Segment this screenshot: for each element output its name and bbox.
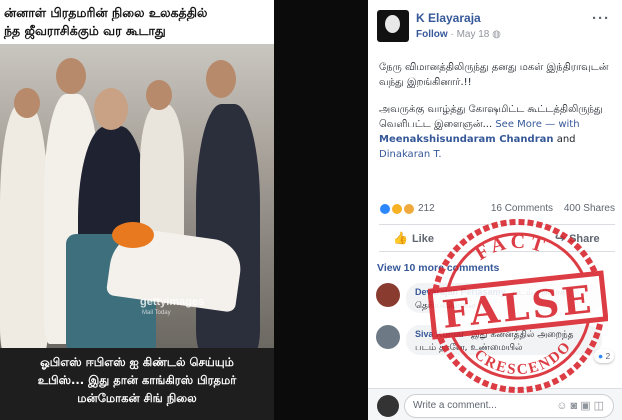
post-panel: K Elayaraja Follow · May 18 ◍ ··· நேரு வ… xyxy=(368,0,622,420)
post-paragraph-1: நேரு விமானத்திலிருந்து தனது மகள் இந்திரா… xyxy=(379,62,609,88)
comment-item: Devarajan Periasamy படம் சரியாக தெரியவில… xyxy=(376,283,616,315)
reaction-count[interactable]: 212 xyxy=(418,203,435,214)
image-top-text: ன்னாள் பிரதமரின் நிலை உலகத்தில் ந்த ஜீவர… xyxy=(0,0,274,44)
gif-icon[interactable]: ▣ xyxy=(580,400,593,412)
reactions-bar: 212 16 Comments 400 Shares xyxy=(379,201,615,219)
write-comment-bar: Write a comment... ☺◙▣◫ xyxy=(368,388,622,420)
comment-bubble: Devarajan Periasamy படம் சரியாக தெரியவில… xyxy=(406,283,602,313)
comment-reaction-count: 2 xyxy=(605,351,611,361)
action-bar: 👍 Like ↪ Share xyxy=(379,224,615,252)
and-text: and xyxy=(556,134,576,145)
figure-back-head xyxy=(146,80,172,110)
reaction-icons[interactable] xyxy=(379,203,415,215)
image-caption-line-1: ஓபிஎஸ் ஈபிஎஸ் ஐ கிண்டல் செய்யும் xyxy=(40,355,234,369)
post-meta: Follow · May 18 ◍ xyxy=(416,29,501,40)
share-button[interactable]: ↪ Share xyxy=(555,231,600,245)
post-header: K Elayaraja Follow · May 18 ◍ ··· xyxy=(368,0,622,50)
post-paragraph-2: அவருக்கு வாழ்த்து கோஷமிட்ட கூட்டத்திலிரு… xyxy=(379,102,615,162)
image-caption: ஓபிஎஸ் ஈபிஎஸ் ஐ கிண்டல் செய்யும் உபிஸ்..… xyxy=(0,348,274,420)
like-label: Like xyxy=(411,233,434,245)
image-backdrop xyxy=(274,0,368,420)
engagement-counts: 16 Comments 400 Shares xyxy=(483,203,615,214)
screenshot: ன்னாள் பிரதமரின் நிலை உலகத்தில் ந்த ஜீவர… xyxy=(0,0,622,420)
figure-white-kurta-head xyxy=(56,58,86,94)
comments-count[interactable]: 16 Comments xyxy=(491,203,553,214)
emoji-icon[interactable]: ☺ xyxy=(556,400,570,412)
camera-icon[interactable]: ◙ xyxy=(571,400,581,412)
comment-author[interactable]: Siva Kumar xyxy=(415,329,465,339)
image-caption-line-2: உபிஸ்... இது தான் காங்கிரஸ் பிரதமர் xyxy=(37,373,237,387)
image-top-line-1: ன்னாள் பிரதமரின் நிலை உலகத்தில் xyxy=(4,5,208,20)
sticker-icon[interactable]: ◫ xyxy=(594,400,607,412)
sad-reaction-icon xyxy=(402,203,415,215)
image-watermark-sub: Mail Today xyxy=(142,310,171,316)
tagged-person-1[interactable]: Meenakshisundaram Chandran xyxy=(379,134,554,145)
like-button[interactable]: 👍 Like xyxy=(393,231,434,245)
globe-icon: ◍ xyxy=(492,29,501,40)
like-reaction-icon xyxy=(379,203,391,215)
share-label: Share xyxy=(569,233,600,245)
image-top-line-2: ந்த ஜீவராசிக்கும் வர கூடாது xyxy=(4,23,166,38)
haha-reaction-icon xyxy=(390,203,403,215)
comment-reaction-badge[interactable]: ● 2 xyxy=(594,349,615,363)
figure-bowing-turban xyxy=(112,222,154,248)
comment-bubble: Siva Kumar இது கன்னத்தில் அறைந்த படம் தா… xyxy=(406,325,602,355)
tagged-person-2[interactable]: Dinakaran T. xyxy=(379,149,442,160)
view-more-comments[interactable]: View 10 more comments xyxy=(377,262,499,274)
comment-avatar[interactable] xyxy=(376,283,400,307)
follow-link[interactable]: Follow xyxy=(416,29,448,40)
image-watermark: gettyimages xyxy=(140,296,205,308)
more-options-icon[interactable]: ··· xyxy=(592,10,610,27)
current-user-avatar xyxy=(377,395,399,417)
comment-avatar[interactable] xyxy=(376,325,400,349)
image-caption-line-3: மன்மோகன் சிங் நிலை xyxy=(77,391,197,405)
like-badge-icon: ● xyxy=(598,351,604,361)
share-icon: ↪ xyxy=(555,231,566,245)
post-date[interactable]: May 18 xyxy=(457,29,490,40)
comment-author[interactable]: Devarajan Periasamy xyxy=(415,287,506,297)
with-prefix: — with xyxy=(545,119,580,130)
post-text: நேரு விமானத்திலிருந்து தனது மகள் இந்திரா… xyxy=(379,60,615,174)
image-photo: gettyimages Mail Today xyxy=(0,44,274,348)
author-avatar-face xyxy=(385,15,400,33)
shares-count[interactable]: 400 Shares xyxy=(564,203,615,214)
author-avatar[interactable] xyxy=(377,10,409,42)
comment-tools: ☺◙▣◫ xyxy=(556,395,607,417)
comment-item: Siva Kumar இது கன்னத்தில் அறைந்த படம் தா… xyxy=(376,325,616,363)
author-name[interactable]: K Elayaraja xyxy=(416,11,481,25)
figure-suit-head xyxy=(206,60,236,98)
like-icon: 👍 xyxy=(393,231,408,245)
figure-woman-head xyxy=(94,88,128,130)
post-image[interactable]: ன்னாள் பிரதமரின் நிலை உலகத்தில் ந்த ஜீவர… xyxy=(0,0,368,420)
figure-left xyxy=(0,104,48,348)
comment-placeholder: Write a comment... xyxy=(413,400,497,411)
see-more-link[interactable]: See More xyxy=(495,119,542,130)
figure-left-head xyxy=(14,88,40,118)
comment-input[interactable]: Write a comment... ☺◙▣◫ xyxy=(404,394,614,418)
